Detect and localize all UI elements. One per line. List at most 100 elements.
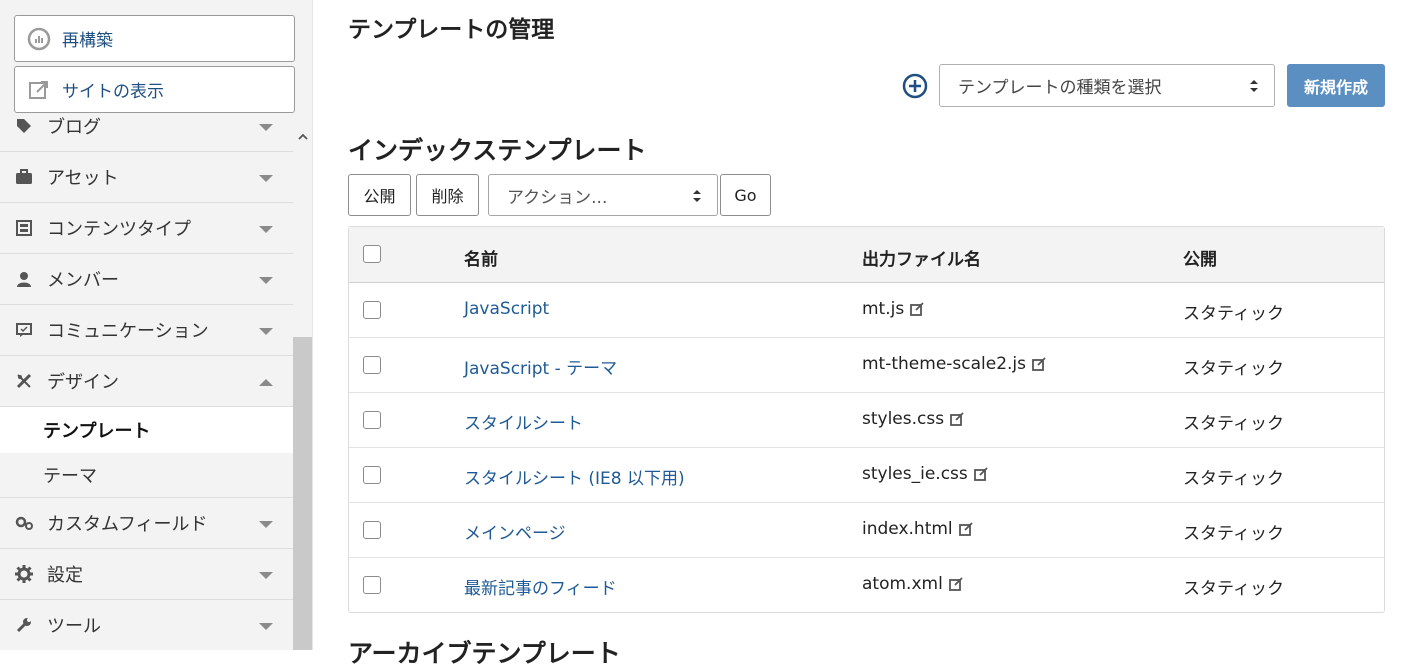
action-select-value: アクション... bbox=[507, 187, 608, 208]
table-row: JavaScript mt.js スタティック bbox=[349, 283, 1384, 338]
chevron-down-icon bbox=[259, 124, 273, 131]
select-all-checkbox[interactable] bbox=[363, 245, 381, 263]
row-checkbox[interactable] bbox=[363, 576, 381, 594]
sidebar-item-label: 設定 bbox=[47, 565, 83, 586]
sidebar-subitem-label: テーマ bbox=[43, 466, 97, 487]
sidebar-item-custom-fields[interactable]: カスタムフィールド bbox=[0, 498, 293, 549]
column-header-file: 出力ファイル名 bbox=[862, 250, 981, 270]
edit-link-icon[interactable] bbox=[950, 412, 964, 426]
template-name-link[interactable]: JavaScript - テーマ bbox=[464, 354, 617, 379]
publish-type: スタティック bbox=[1183, 304, 1284, 324]
output-file-cell: atom.xml bbox=[862, 574, 963, 594]
template-type-select-value: テンプレートの種類を選択 bbox=[958, 78, 1162, 98]
content-type-icon bbox=[15, 219, 33, 237]
sidebar-item-label: コンテンツタイプ bbox=[47, 219, 191, 240]
template-name-link[interactable]: JavaScript bbox=[464, 299, 549, 319]
user-icon bbox=[15, 270, 33, 288]
template-type-select[interactable]: テンプレートの種類を選択 bbox=[939, 64, 1275, 107]
row-checkbox[interactable] bbox=[363, 356, 381, 374]
row-checkbox[interactable] bbox=[363, 521, 381, 539]
rebuild-label: 再構築 bbox=[62, 31, 113, 51]
template-name-link[interactable]: メインページ bbox=[464, 519, 566, 544]
select-arrows-icon bbox=[1250, 80, 1258, 92]
go-button[interactable]: Go bbox=[720, 174, 771, 216]
external-link-icon bbox=[27, 78, 51, 102]
sidebar-menu: ブログ アセット コンテンツタイプ メンバー コミュニケーション デザイン テン… bbox=[0, 116, 293, 650]
sidebar-item-content-types[interactable]: コンテンツタイプ bbox=[0, 203, 293, 254]
table-header: 名前 出力ファイル名 公開 bbox=[349, 227, 1384, 283]
chevron-down-icon bbox=[259, 521, 273, 528]
chevron-up-icon bbox=[259, 379, 273, 386]
publish-type: スタティック bbox=[1183, 469, 1284, 489]
edit-link-icon[interactable] bbox=[948, 577, 963, 591]
view-site-button[interactable]: サイトの表示 bbox=[14, 66, 295, 113]
row-checkbox[interactable] bbox=[363, 411, 381, 429]
row-checkbox[interactable] bbox=[363, 466, 381, 484]
plus-circle-icon bbox=[902, 73, 928, 99]
output-file-name: styles.css bbox=[862, 409, 945, 429]
template-name-link[interactable]: スタイルシート bbox=[464, 409, 583, 434]
page-title: テンプレートの管理 bbox=[348, 17, 555, 43]
publish-type: スタティック bbox=[1183, 524, 1284, 544]
sidebar-item-tools[interactable]: ツール bbox=[0, 600, 293, 650]
output-file-name: mt.js bbox=[862, 299, 905, 319]
view-site-label: サイトの表示 bbox=[62, 82, 164, 102]
sidebar-item-assets[interactable]: アセット bbox=[0, 152, 293, 203]
sidebar-subitem-templates[interactable]: テンプレート bbox=[0, 407, 293, 453]
sidebar-item-blog[interactable]: ブログ bbox=[0, 116, 293, 152]
section-title-archive: アーカイブテンプレート bbox=[348, 639, 621, 668]
row-checkbox[interactable] bbox=[363, 301, 381, 319]
output-file-cell: index.html bbox=[862, 519, 973, 539]
table-row: メインページ index.html スタティック bbox=[349, 503, 1384, 558]
table-row: スタイルシート (IE8 以下用) styles_ie.css スタティック bbox=[349, 448, 1384, 503]
sidebar-item-label: ブログ bbox=[47, 117, 101, 138]
edit-link-icon[interactable] bbox=[958, 522, 973, 536]
scroll-up-icon[interactable] bbox=[293, 126, 312, 146]
output-file-name: styles_ie.css bbox=[862, 464, 968, 484]
edit-link-icon[interactable] bbox=[910, 302, 924, 316]
template-name-link[interactable]: スタイルシート (IE8 以下用) bbox=[464, 464, 685, 489]
sidebar-item-label: カスタムフィールド bbox=[47, 514, 208, 535]
delete-button[interactable]: 削除 bbox=[416, 174, 479, 216]
output-file-name: mt-theme-scale2.js bbox=[862, 354, 1027, 374]
output-file-cell: styles.css bbox=[862, 409, 964, 429]
gear-icon bbox=[15, 565, 33, 583]
publish-button[interactable]: 公開 bbox=[348, 174, 411, 216]
templates-table: 名前 出力ファイル名 公開 JavaScript mt.js スタティック Ja… bbox=[348, 226, 1385, 613]
output-file-cell: styles_ie.css bbox=[862, 464, 988, 484]
sidebar-item-members[interactable]: メンバー bbox=[0, 254, 293, 305]
design-icon bbox=[15, 372, 33, 390]
main-content: テンプレートの管理 テンプレートの種類を選択 新規作成 インデックステンプレート… bbox=[348, 0, 1385, 668]
sidebar-item-communication[interactable]: コミュニケーション bbox=[0, 305, 293, 356]
edit-link-icon[interactable] bbox=[973, 467, 988, 481]
output-file-cell: mt-theme-scale2.js bbox=[862, 354, 1046, 374]
action-select[interactable]: アクション... bbox=[488, 174, 718, 216]
edit-link-icon[interactable] bbox=[1032, 357, 1046, 371]
template-name-link[interactable]: 最新記事のフィード bbox=[464, 574, 617, 599]
tag-icon bbox=[15, 117, 33, 135]
sidebar-subitem-themes[interactable]: テーマ bbox=[0, 453, 293, 498]
briefcase-icon bbox=[15, 168, 33, 186]
section-title: インデックステンプレート bbox=[348, 136, 647, 165]
chevron-down-icon bbox=[259, 328, 273, 335]
rebuild-button[interactable]: 再構築 bbox=[14, 15, 295, 62]
new-template-button[interactable]: 新規作成 bbox=[1287, 64, 1385, 107]
sidebar-item-label: デザイン bbox=[47, 372, 119, 393]
chevron-down-icon bbox=[259, 175, 273, 182]
sidebar: 再構築 サイトの表示 ブログ アセット コンテンツタイプ メンバー コミュニケー… bbox=[0, 0, 313, 650]
chevron-down-icon bbox=[259, 277, 273, 284]
output-file-name: atom.xml bbox=[862, 574, 943, 594]
sidebar-item-label: コミュニケーション bbox=[47, 321, 209, 342]
publish-type: スタティック bbox=[1183, 414, 1284, 434]
chevron-down-icon bbox=[259, 226, 273, 233]
chevron-down-icon bbox=[259, 623, 273, 630]
scrollbar-thumb[interactable] bbox=[293, 337, 312, 650]
table-row: JavaScript - テーマ mt-theme-scale2.js スタティ… bbox=[349, 338, 1384, 393]
rebuild-icon bbox=[27, 27, 51, 51]
table-row: 最新記事のフィード atom.xml スタティック bbox=[349, 558, 1384, 613]
publish-type: スタティック bbox=[1183, 579, 1284, 599]
sidebar-item-settings[interactable]: 設定 bbox=[0, 549, 293, 600]
custom-field-icon bbox=[15, 514, 33, 532]
sidebar-item-design[interactable]: デザイン bbox=[0, 356, 293, 407]
comment-icon bbox=[15, 321, 33, 339]
